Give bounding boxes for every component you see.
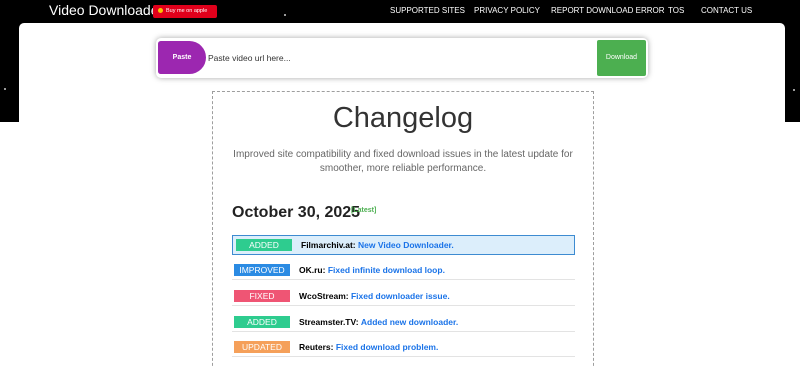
donate-label: Buy me on apple xyxy=(166,8,208,14)
changelog-entry: FIXED WcoStream: Fixed downloader issue. xyxy=(232,286,575,306)
entry-text: WcoStream: Fixed downloader issue. xyxy=(299,291,450,302)
entry-text: Reuters: Fixed download problem. xyxy=(299,342,438,353)
entry-site: Reuters: xyxy=(299,342,334,352)
entry-text: Filmarchiv.at: New Video Downloader. xyxy=(301,240,454,251)
entry-site: Filmarchiv.at: xyxy=(301,240,356,250)
entry-message-link[interactable]: Added new downloader. xyxy=(361,317,458,327)
changelog-panel: Changelog Improved site compatibility an… xyxy=(212,91,594,367)
badge-updated: UPDATED xyxy=(234,341,290,353)
nav-link-supported-sites[interactable]: SUPPORTED SITES xyxy=(390,5,465,16)
url-input[interactable] xyxy=(208,45,588,71)
changelog-description: Improved site compatibility and fixed do… xyxy=(233,149,573,174)
badge-improved: IMPROVED xyxy=(234,264,290,276)
changelog-entry: ADDED Filmarchiv.at: New Video Downloade… xyxy=(232,235,575,255)
entry-site: Streamster.TV: xyxy=(299,317,359,327)
brand-logo-text[interactable]: Video Downloader xyxy=(49,2,163,19)
changelog-entry: UPDATED Reuters: Fixed download problem. xyxy=(232,337,575,357)
donate-button[interactable]: Buy me on apple xyxy=(153,5,217,18)
nav-link-privacy-policy[interactable]: PRIVACY POLICY xyxy=(474,5,540,16)
entry-text: OK.ru: Fixed infinite download loop. xyxy=(299,265,445,276)
changelog-entry: ADDED Streamster.TV: Added new downloade… xyxy=(232,312,575,332)
download-button[interactable]: Download xyxy=(597,40,646,76)
entry-site: WcoStream: xyxy=(299,291,349,301)
changelog-entry: IMPROVED OK.ru: Fixed infinite download … xyxy=(232,260,575,280)
coin-icon xyxy=(158,7,163,13)
nav-link-tos[interactable]: TOS xyxy=(668,5,684,16)
changelog-title: Changelog xyxy=(332,102,474,134)
paste-button[interactable]: Paste xyxy=(158,41,206,74)
top-nav: Video Downloader Buy me on apple SUPPORT… xyxy=(0,0,800,22)
nav-link-contact-us[interactable]: CONTACT US xyxy=(701,5,752,16)
entry-message-link[interactable]: Fixed downloader issue. xyxy=(351,291,450,301)
url-search-bar: Paste Download xyxy=(156,38,648,78)
entry-message-link[interactable]: Fixed infinite download loop. xyxy=(328,265,445,275)
changelog-entry-partial xyxy=(232,363,575,367)
latest-tag: [Latest] xyxy=(351,207,377,214)
badge-added: ADDED xyxy=(236,239,292,251)
nav-link-report-download-error[interactable]: REPORT DOWNLOAD ERROR xyxy=(551,5,665,16)
badge-added: ADDED xyxy=(234,316,290,328)
badge-fixed: FIXED xyxy=(234,290,290,302)
entry-message-link[interactable]: New Video Downloader. xyxy=(358,240,454,250)
entry-text: Streamster.TV: Added new downloader. xyxy=(299,317,458,328)
entry-site: OK.ru: xyxy=(299,265,326,275)
entry-message-link[interactable]: Fixed download problem. xyxy=(336,342,438,352)
release-date: October 30, 2025 xyxy=(232,204,361,221)
